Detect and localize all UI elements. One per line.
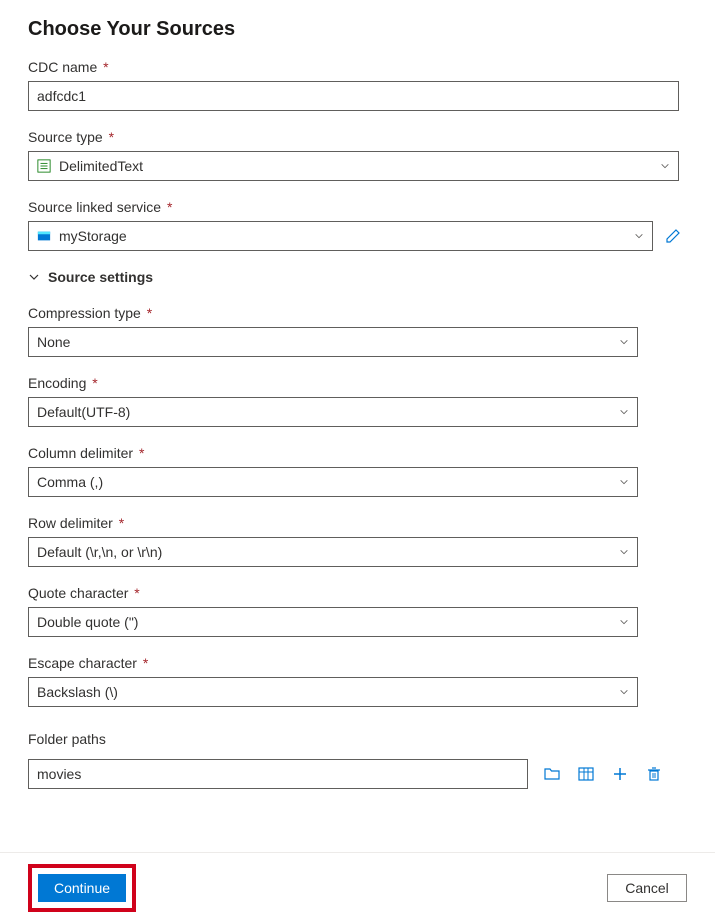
chevron-down-icon (28, 271, 40, 283)
field-source-linked-service: Source linked service * myStorage (28, 199, 687, 251)
chevron-down-icon (634, 231, 644, 241)
dropdown-source-type-value: DelimitedText (59, 158, 143, 174)
dropdown-row-delimiter-value: Default (\r,\n, or \r\n) (37, 544, 162, 560)
input-cdc-name[interactable] (28, 81, 679, 111)
form-scroll-area[interactable]: Choose Your Sources CDC name * Source ty… (0, 0, 715, 852)
cancel-button[interactable]: Cancel (607, 874, 687, 902)
chevron-down-icon (619, 407, 629, 417)
label-compression-type: Compression type * (28, 305, 687, 321)
field-row-delimiter: Row delimiter * Default (\r,\n, or \r\n) (28, 515, 687, 567)
chevron-down-icon (619, 687, 629, 697)
dropdown-encoding-value: Default(UTF-8) (37, 404, 130, 420)
dropdown-source-linked-service[interactable]: myStorage (28, 221, 653, 251)
label-row-delimiter: Row delimiter * (28, 515, 687, 531)
dropdown-escape-character[interactable]: Backslash (\) (28, 677, 638, 707)
dropdown-quote-character-value: Double quote (") (37, 614, 138, 630)
label-escape-character: Escape character * (28, 655, 687, 671)
field-quote-character: Quote character * Double quote (") (28, 585, 687, 637)
dropdown-compression-type-value: None (37, 334, 70, 350)
field-compression-type: Compression type * None (28, 305, 687, 357)
dropdown-quote-character[interactable]: Double quote (") (28, 607, 638, 637)
field-column-delimiter: Column delimiter * Comma (,) (28, 445, 687, 497)
delete-folder-path-button[interactable] (644, 764, 664, 784)
dropdown-column-delimiter-value: Comma (,) (37, 474, 103, 490)
dropdown-column-delimiter[interactable]: Comma (,) (28, 467, 638, 497)
input-folder-path[interactable] (28, 759, 528, 789)
edit-linked-service-button[interactable] (663, 226, 683, 246)
field-source-type: Source type * DelimitedText (28, 129, 687, 181)
label-encoding: Encoding * (28, 375, 687, 391)
footer: Continue Cancel (0, 852, 715, 922)
dropdown-source-type[interactable]: DelimitedText (28, 151, 679, 181)
label-source-linked-service: Source linked service * (28, 199, 687, 215)
page-title: Choose Your Sources (28, 18, 687, 41)
storage-icon (37, 229, 51, 243)
chevron-down-icon (619, 617, 629, 627)
browse-folder-button[interactable] (542, 764, 562, 784)
label-cdc-name: CDC name * (28, 59, 687, 75)
label-column-delimiter: Column delimiter * (28, 445, 687, 461)
dropdown-compression-type[interactable]: None (28, 327, 638, 357)
dropdown-escape-character-value: Backslash (\) (37, 684, 118, 700)
chevron-down-icon (660, 161, 670, 171)
label-quote-character: Quote character * (28, 585, 687, 601)
add-folder-path-button[interactable] (610, 764, 630, 784)
field-escape-character: Escape character * Backslash (\) (28, 655, 687, 707)
chevron-down-icon (619, 337, 629, 347)
dropdown-encoding[interactable]: Default(UTF-8) (28, 397, 638, 427)
field-folder-paths: Folder paths (28, 731, 687, 789)
source-settings-toggle[interactable]: Source settings (28, 269, 687, 285)
dropdown-row-delimiter[interactable]: Default (\r,\n, or \r\n) (28, 537, 638, 567)
label-folder-paths: Folder paths (28, 731, 687, 747)
chevron-down-icon (619, 547, 629, 557)
delimitedtext-icon (37, 159, 51, 173)
preview-data-button[interactable] (576, 764, 596, 784)
field-encoding: Encoding * Default(UTF-8) (28, 375, 687, 427)
dropdown-source-linked-service-value: myStorage (59, 228, 127, 244)
chevron-down-icon (619, 477, 629, 487)
field-cdc-name: CDC name * (28, 59, 687, 111)
label-source-type: Source type * (28, 129, 687, 145)
continue-button[interactable]: Continue (38, 874, 126, 902)
continue-highlight: Continue (28, 864, 136, 912)
source-settings-label: Source settings (48, 269, 153, 285)
